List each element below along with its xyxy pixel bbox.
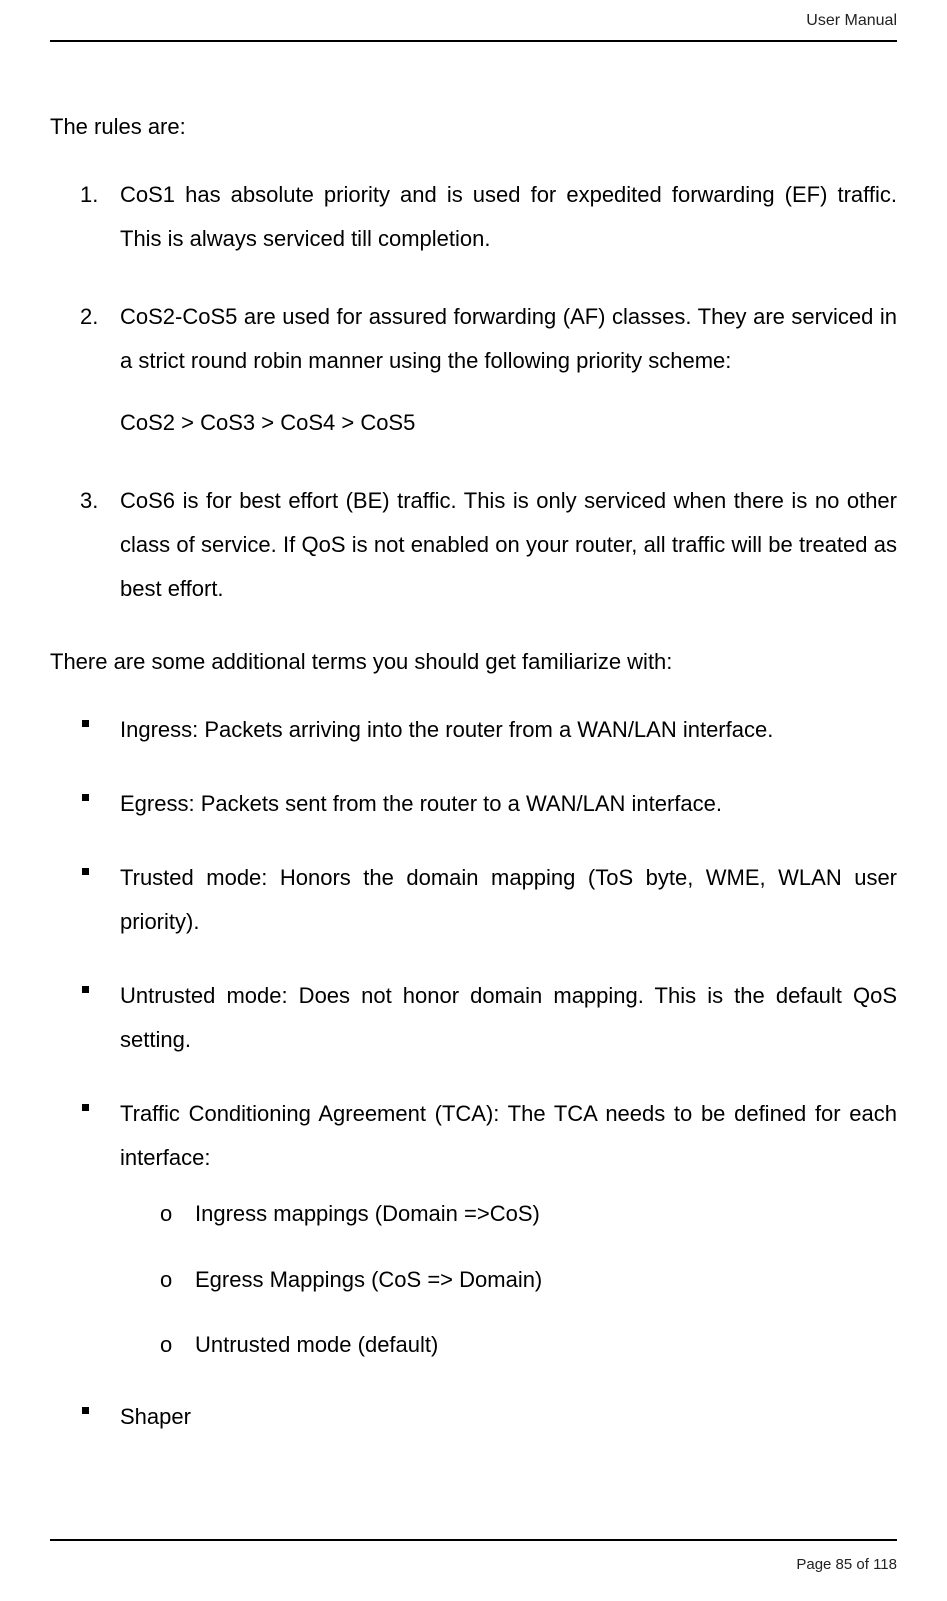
term-item: Traffic Conditioning Agreement (TCA): Th… — [50, 1092, 897, 1365]
term-text: Trusted mode: Honors the domain mapping … — [120, 865, 897, 934]
terms-list: Ingress: Packets arriving into the route… — [50, 708, 897, 1439]
term-item: Egress: Packets sent from the router to … — [50, 782, 897, 826]
circle-bullet-icon: o — [160, 1325, 172, 1365]
tca-sub-item: o Untrusted mode (default) — [120, 1325, 897, 1365]
square-bullet-icon — [82, 794, 89, 801]
header-right: User Manual — [806, 12, 897, 30]
tca-sub-text: Untrusted mode (default) — [195, 1332, 438, 1357]
rule-text: CoS2-CoS5 are used for assured forwardin… — [120, 304, 897, 373]
square-bullet-icon — [82, 720, 89, 727]
term-item: Untrusted mode: Does not honor domain ma… — [50, 974, 897, 1062]
term-item: Trusted mode: Honors the domain mapping … — [50, 856, 897, 944]
square-bullet-icon — [82, 1104, 89, 1111]
square-bullet-icon — [82, 868, 89, 875]
rule-number: 3. — [80, 479, 98, 523]
rules-list: 1. CoS1 has absolute priority and is use… — [50, 173, 897, 611]
header-rule — [50, 40, 897, 42]
rule-item: 2. CoS2-CoS5 are used for assured forwar… — [120, 295, 897, 445]
term-item: Shaper — [50, 1395, 897, 1439]
tca-sublist: o Ingress mappings (Domain =>CoS) o Egre… — [120, 1194, 897, 1365]
rule-text: CoS6 is for best effort (BE) traffic. Th… — [120, 488, 897, 601]
term-item: Ingress: Packets arriving into the route… — [50, 708, 897, 752]
term-text: Ingress: Packets arriving into the route… — [120, 717, 773, 742]
term-text: Shaper — [120, 1404, 191, 1429]
square-bullet-icon — [82, 1407, 89, 1414]
body-content: The rules are: 1. CoS1 has absolute prio… — [50, 110, 897, 1469]
circle-bullet-icon: o — [160, 1194, 172, 1234]
page: User Manual The rules are: 1. CoS1 has a… — [0, 0, 947, 1601]
footer-page-number: Page 85 of 118 — [796, 1556, 897, 1573]
footer-rule — [50, 1539, 897, 1541]
rule-number: 1. — [80, 173, 98, 217]
tca-sub-item: o Egress Mappings (CoS => Domain) — [120, 1260, 897, 1300]
term-text: Egress: Packets sent from the router to … — [120, 791, 722, 816]
tca-sub-text: Ingress mappings (Domain =>CoS) — [195, 1201, 540, 1226]
intro-paragraph: The rules are: — [50, 110, 897, 143]
circle-bullet-icon: o — [160, 1260, 172, 1300]
terms-intro: There are some additional terms you shou… — [50, 645, 897, 678]
term-text: Traffic Conditioning Agreement (TCA): Th… — [120, 1101, 897, 1170]
rule-item: 1. CoS1 has absolute priority and is use… — [120, 173, 897, 261]
term-text: Untrusted mode: Does not honor domain ma… — [120, 983, 897, 1052]
square-bullet-icon — [82, 986, 89, 993]
tca-sub-text: Egress Mappings (CoS => Domain) — [195, 1267, 542, 1292]
rule-item: 3. CoS6 is for best effort (BE) traffic.… — [120, 479, 897, 611]
rule-subline: CoS2 > CoS3 > CoS4 > CoS5 — [120, 401, 897, 445]
tca-sub-item: o Ingress mappings (Domain =>CoS) — [120, 1194, 897, 1234]
rule-number: 2. — [80, 295, 98, 339]
rule-text: CoS1 has absolute priority and is used f… — [120, 182, 897, 251]
